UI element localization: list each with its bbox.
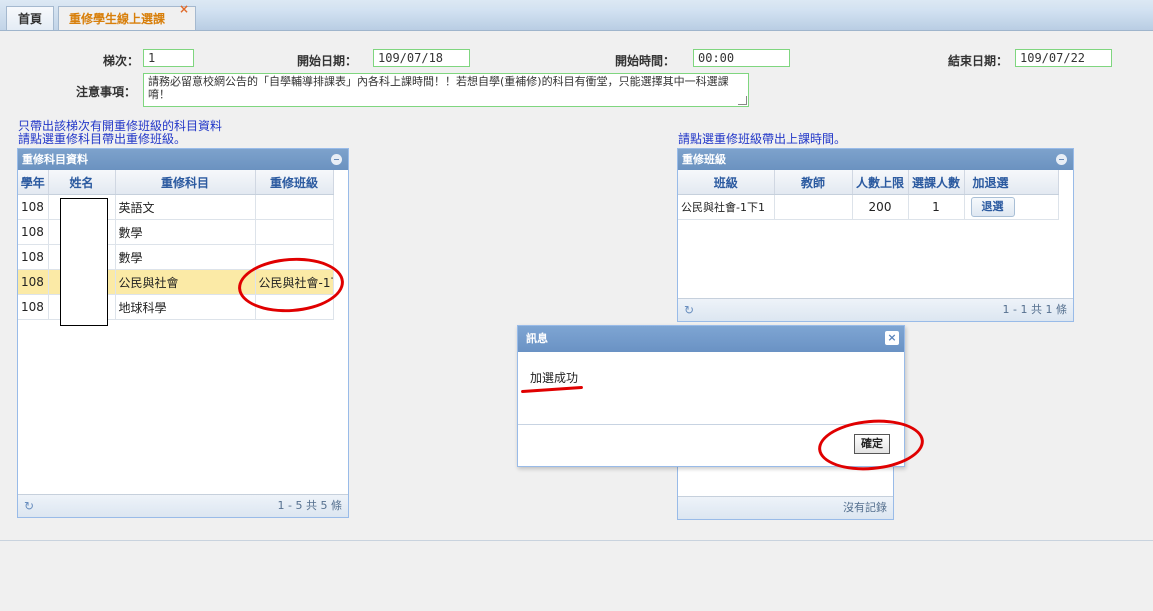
cell-class: 公民與社會-1下1 [678,194,775,220]
retake-classes-panel-title: 重修班級 [682,153,726,166]
retake-subjects-panel-title: 重修科目資料 [22,153,88,166]
cell-subject: 數學 [115,219,256,245]
column-header-class[interactable]: 班級 [678,170,775,195]
start-time-label: 開始時間： [615,54,676,68]
tab-home-label: 首頁 [17,12,42,26]
start-date-field[interactable]: 109/07/18 [373,49,470,67]
end-date-label: 結束日期： [948,54,1009,68]
close-icon[interactable]: × [179,3,189,15]
retake-classes-pager: ↻ 1 - 1 共 1 條 [678,298,1073,321]
note-label: 注意事項： [76,85,137,99]
class-times-pager: 沒有記錄 [678,496,893,519]
footer-divider [0,540,1153,541]
dialog-title: 訊息 [526,332,548,345]
withdraw-button[interactable]: 退選 [970,197,1015,217]
end-date-field[interactable]: 109/07/22 [1015,49,1112,67]
dialog-message: 加選成功 [530,371,579,385]
collapse-icon[interactable] [331,154,342,165]
column-header-enrolled[interactable]: 選課人數 [908,170,965,195]
note-text: 請務必留意校網公告的「自學輔導排課表」內各科上課時間！！若想自學(重補修)的科目… [148,75,729,101]
column-header-limit[interactable]: 人數上限 [852,170,909,195]
cell-teacher [774,194,853,220]
name-redaction-box [60,198,108,326]
pager-summary: 1 - 1 共 1 條 [1002,303,1067,316]
refresh-icon[interactable]: ↻ [684,299,694,321]
pager-summary: 1 - 5 共 5 條 [277,499,342,512]
resize-grip-icon[interactable] [738,96,747,105]
cell-class [255,194,334,220]
hint-left-line2: 請點選重修科目帶出重修班級。 [18,132,187,146]
retake-classes-table: 班級 教師 人數上限 選課人數 加退選 公民與社會-1下1 200 1 退選 [678,170,1059,220]
tab-bar-strip [196,8,1153,30]
refresh-icon[interactable]: ↻ [24,495,34,517]
cell-year: 108 [18,219,49,245]
retake-subjects-pager: ↻ 1 - 5 共 5 條 [18,494,348,517]
cell-year: 108 [18,294,49,320]
hint-left-line1: 只帶出該梯次有開重修班級的科目資料 [18,119,223,133]
dialog-header: 訊息 × [518,326,904,352]
cell-class [255,219,334,245]
close-icon[interactable]: × [885,331,899,345]
cell-year: 108 [18,269,49,295]
column-header-name[interactable]: 姓名 [48,170,116,195]
cell-subject: 數學 [115,244,256,270]
note-textarea[interactable]: 請務必留意校網公告的「自學輔導排課表」內各科上課時間！！若想自學(重補修)的科目… [143,73,749,107]
cell-limit: 200 [852,194,909,220]
column-header-class[interactable]: 重修班級 [255,170,334,195]
cell-subject: 公民與社會 [115,269,256,295]
column-header-add-drop[interactable]: 加退選 [964,170,1059,195]
table-header-row: 學年 姓名 重修科目 重修班級 [18,170,334,195]
start-date-label: 開始日期： [297,54,358,68]
pager-summary: 沒有記錄 [843,501,887,514]
cell-year: 108 [18,244,49,270]
collapse-icon[interactable] [1056,154,1067,165]
retake-classes-panel-header: 重修班級 [678,149,1073,170]
hint-right-line1: 請點選重修班級帶出上課時間。 [678,132,847,146]
retake-subjects-panel-header: 重修科目資料 [18,149,348,170]
cell-enrolled: 1 [908,194,965,220]
cell-subject: 地球科學 [115,294,256,320]
column-header-subject[interactable]: 重修科目 [115,170,256,195]
cell-year: 108 [18,194,49,220]
class-times-panel: 沒有記錄 [677,462,894,520]
tab-home[interactable]: 首頁 [6,6,54,30]
tab-bar: 首頁 重修學生線上選課 × [0,0,1153,31]
table-row[interactable]: 公民與社會-1下1 200 1 退選 [678,194,1059,220]
cell-action: 退選 [964,194,1059,220]
cell-subject: 英語文 [115,194,256,220]
retake-classes-panel: 重修班級 班級 教師 人數上限 選課人數 加退選 公民與社會-1下1 200 1… [677,148,1074,322]
column-header-year[interactable]: 學年 [18,170,49,195]
table-header-row: 班級 教師 人數上限 選課人數 加退選 [678,170,1059,195]
session-label: 梯次： [103,54,140,68]
start-time-field[interactable]: 00:00 [693,49,790,67]
tab-online-course-selection[interactable]: 重修學生線上選課 × [58,3,196,30]
session-field[interactable]: 1 [143,49,194,67]
tab-active-label: 重修學生線上選課 [69,12,166,26]
column-header-teacher[interactable]: 教師 [774,170,853,195]
